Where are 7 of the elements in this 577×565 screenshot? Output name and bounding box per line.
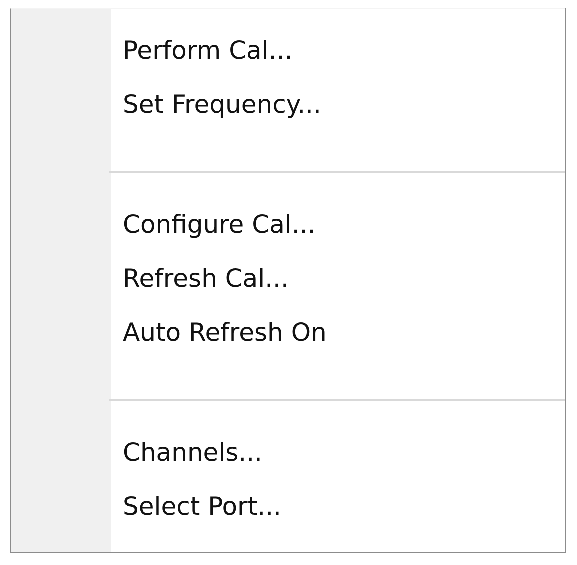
menu-item[interactable]: Auto Refresh On	[111, 305, 565, 359]
menu-item[interactable]: Perform Cal...	[111, 23, 565, 77]
menu-item[interactable]: Set Frequency...	[111, 77, 565, 131]
menu-item[interactable]: Configure Cal...	[111, 197, 565, 251]
menu-item[interactable]: Channels...	[111, 425, 565, 479]
menu-item[interactable]: Select Port...	[111, 479, 565, 533]
menu-item[interactable]: Refresh Cal...	[111, 251, 565, 305]
